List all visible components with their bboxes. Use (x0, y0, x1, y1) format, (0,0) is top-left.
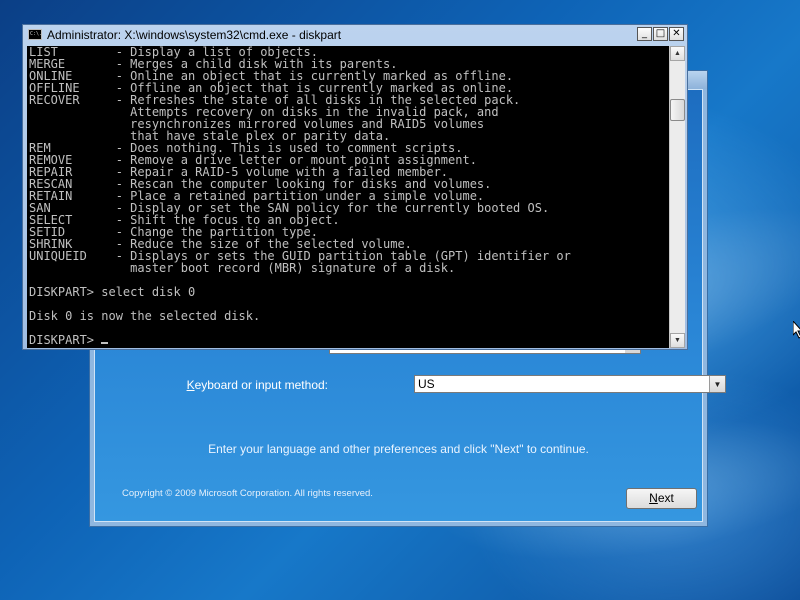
instruction-text: Enter your language and other preference… (208, 442, 589, 456)
vertical-scrollbar[interactable]: ▲ ▼ (669, 46, 685, 348)
console-line: DISKPART> select disk 0 (29, 285, 196, 299)
text-cursor (101, 342, 109, 344)
minimize-button[interactable]: _ (637, 27, 652, 41)
console-output[interactable]: LIST - Display a list of objects. MERGE … (27, 46, 669, 348)
cmd-window[interactable]: C:\. Administrator: X:\windows\system32\… (22, 24, 688, 350)
console-prompt: DISKPART> (29, 333, 102, 347)
keyboard-label: Keyboard or input method: (186, 378, 328, 392)
window-title: Administrator: X:\windows\system32\cmd.e… (47, 28, 342, 42)
keyboard-dropdown[interactable]: US ▼ (414, 375, 726, 393)
console-line: Disk 0 is now the selected disk. (29, 309, 261, 323)
scroll-up-icon[interactable]: ▲ (670, 46, 685, 61)
console-text: LIST - Display a list of objects. MERGE … (27, 46, 669, 346)
scroll-thumb[interactable] (670, 98, 685, 121)
scroll-down-icon[interactable]: ▼ (670, 333, 685, 348)
console-line: master boot record (MBR) signature of a … (130, 261, 456, 275)
maximize-button[interactable]: □ (653, 27, 668, 41)
keyboard-row: Keyboard or input method: US ▼ (180, 375, 726, 395)
mouse-pointer-icon (793, 321, 800, 339)
cmd-titlebar[interactable]: C:\. Administrator: X:\windows\system32\… (23, 25, 687, 45)
copyright-text: Copyright © 2009 Microsoft Corporation. … (122, 488, 373, 499)
cmd-app-icon[interactable]: C:\. (28, 29, 42, 40)
partially-hidden-dropdown[interactable] (329, 350, 641, 354)
keyboard-dropdown-value: US (418, 377, 435, 391)
window-controls: _ □ ✕ (637, 27, 684, 41)
chevron-down-icon[interactable]: ▼ (709, 376, 725, 392)
next-button[interactable]: Next (626, 488, 697, 509)
close-button[interactable]: ✕ (669, 27, 684, 41)
